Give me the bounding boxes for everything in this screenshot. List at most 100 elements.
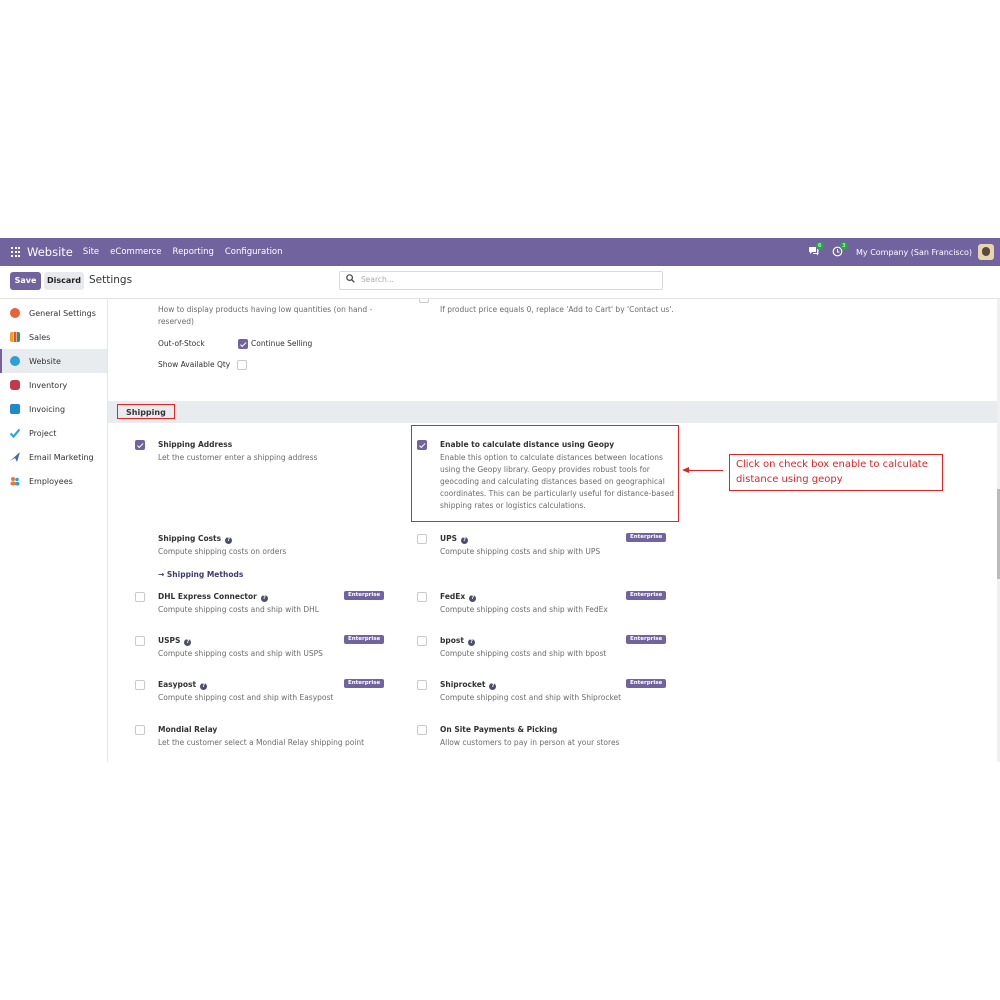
continue-selling-label: Continue Selling <box>251 339 313 348</box>
shipping-address-checkbox[interactable] <box>135 440 145 450</box>
easypost-title: Easypost? <box>158 680 208 690</box>
control-panel: Save Discard Settings <box>0 266 1000 299</box>
usps-checkbox[interactable] <box>135 636 145 646</box>
menu-reporting[interactable]: Reporting <box>173 247 214 257</box>
sidebar-item-label: Sales <box>29 332 51 342</box>
employees-people-icon <box>10 477 20 486</box>
bpost-title-text: bpost <box>440 636 464 645</box>
show-available-qty-label: Show Available Qty <box>158 360 231 369</box>
geopy-desc-line: using the Geopy library. Geopy provides … <box>440 465 650 474</box>
dhl-title-text: DHL Express Connector <box>158 592 257 601</box>
usps-title: USPS? <box>158 636 192 646</box>
bpost-checkbox[interactable] <box>417 636 427 646</box>
shiprocket-title-text: Shiprocket <box>440 680 486 689</box>
menu-site[interactable]: Site <box>83 247 99 257</box>
sidebar-item-employees[interactable]: Employees <box>0 469 107 493</box>
discard-button[interactable]: Discard <box>44 272 84 290</box>
apps-grid-icon[interactable] <box>11 247 21 257</box>
show-available-qty-checkbox[interactable] <box>237 360 247 370</box>
search-box[interactable] <box>339 271 663 290</box>
onsite-payments-desc: Allow customers to pay in person at your… <box>440 738 620 747</box>
invoicing-icon <box>10 404 20 414</box>
bpost-desc: Compute shipping costs and ship with bpo… <box>440 649 607 658</box>
activities-icon[interactable]: 3 <box>832 242 848 258</box>
messages-badge: 6 <box>816 242 824 250</box>
company-switcher[interactable]: My Company (San Francisco) <box>856 248 972 257</box>
mondial-relay-desc: Let the customer select a Mondial Relay … <box>158 738 365 747</box>
sidebar-item-general-settings[interactable]: General Settings <box>0 301 107 325</box>
onsite-payments-checkbox[interactable] <box>417 725 427 735</box>
enterprise-badge: Enterprise <box>626 679 667 688</box>
contact-us-desc: If product price equals 0, replace 'Add … <box>440 305 674 314</box>
bpost-title: bpost? <box>440 636 475 646</box>
help-icon[interactable]: ? <box>225 537 233 544</box>
shipping-costs-title: Shipping Costs? <box>158 534 233 544</box>
messages-icon[interactable]: 6 <box>808 242 824 258</box>
project-checkmark-icon <box>10 428 20 438</box>
out-of-stock-label: Out-of-Stock <box>158 339 205 348</box>
sidebar-item-project[interactable]: Project <box>0 421 107 445</box>
help-icon[interactable]: ? <box>260 595 268 602</box>
dhl-checkbox[interactable] <box>135 592 145 602</box>
enterprise-badge: Enterprise <box>344 635 385 644</box>
sidebar-item-email-marketing[interactable]: Email Marketing <box>0 445 107 469</box>
shiprocket-checkbox[interactable] <box>417 680 427 690</box>
low-qty-desc-cont: reserved) <box>158 317 194 326</box>
ups-title-text: UPS <box>440 534 457 543</box>
usps-title-text: USPS <box>158 636 181 645</box>
shipping-costs-title-text: Shipping Costs <box>158 534 222 543</box>
search-input[interactable] <box>361 275 651 284</box>
fedex-checkbox[interactable] <box>417 592 427 602</box>
easypost-title-text: Easypost <box>158 680 197 689</box>
annotation-note: Click on check box enable to calculate d… <box>729 454 943 491</box>
help-icon[interactable]: ? <box>467 639 475 646</box>
app-brand[interactable]: Website <box>27 245 73 259</box>
save-button[interactable]: Save <box>10 272 41 290</box>
geopy-desc-line: Enable this option to calculate distance… <box>440 453 663 462</box>
sidebar-item-label: General Settings <box>29 308 96 318</box>
sidebar-item-label: Project <box>29 428 57 438</box>
help-icon[interactable]: ? <box>461 537 468 544</box>
mondial-relay-checkbox[interactable] <box>135 725 145 735</box>
help-icon[interactable]: ? <box>184 639 192 646</box>
fedex-title: FedEx? <box>440 592 477 602</box>
geopy-title: Enable to calculate distance using Geopy <box>440 440 615 449</box>
sidebar-item-sales[interactable]: Sales <box>0 325 107 349</box>
geopy-checkbox[interactable] <box>417 440 427 450</box>
shipping-address-desc: Let the customer enter a shipping addres… <box>158 453 318 462</box>
help-icon[interactable]: ? <box>469 595 477 602</box>
activities-badge: 3 <box>840 242 848 250</box>
sidebar-item-website[interactable]: Website <box>0 349 107 373</box>
sidebar-item-invoicing[interactable]: Invoicing <box>0 397 107 421</box>
usps-desc: Compute shipping costs and ship with USP… <box>158 649 323 658</box>
sidebar-item-label: Employees <box>29 476 73 486</box>
arrow-right-icon: → <box>158 570 167 579</box>
help-icon[interactable]: ? <box>489 683 497 690</box>
easypost-checkbox[interactable] <box>135 680 145 690</box>
ups-checkbox[interactable] <box>417 534 427 544</box>
shipping-section-title: Shipping <box>117 404 175 419</box>
sidebar-item-label: Website <box>29 356 61 366</box>
email-marketing-plane-icon <box>10 452 20 462</box>
enterprise-badge: Enterprise <box>344 679 385 688</box>
annotation-arrow-line <box>688 470 723 471</box>
enterprise-badge: Enterprise <box>344 591 385 600</box>
user-avatar[interactable] <box>978 244 994 260</box>
sidebar-item-label: Invoicing <box>29 404 66 414</box>
fedex-title-text: FedEx <box>440 592 466 601</box>
ups-desc: Compute shipping costs and ship with UPS <box>440 547 601 556</box>
sidebar-item-inventory[interactable]: Inventory <box>0 373 107 397</box>
general-settings-icon <box>10 308 20 318</box>
menu-configuration[interactable]: Configuration <box>225 247 283 257</box>
shipping-methods-link[interactable]: → Shipping Methods <box>158 570 243 579</box>
contact-us-checkbox[interactable] <box>419 299 429 303</box>
continue-selling-checkbox[interactable] <box>238 339 248 349</box>
shiprocket-title: Shiprocket? <box>440 680 497 690</box>
website-globe-icon <box>10 356 20 366</box>
sidebar-item-label: Inventory <box>29 380 68 390</box>
geopy-desc-line: coordinates. This can be particularly us… <box>440 489 674 498</box>
sales-icon <box>10 332 20 342</box>
top-navbar: Website Site eCommerce Reporting Configu… <box>0 238 1000 266</box>
menu-ecommerce[interactable]: eCommerce <box>110 247 161 257</box>
help-icon[interactable]: ? <box>200 683 208 690</box>
